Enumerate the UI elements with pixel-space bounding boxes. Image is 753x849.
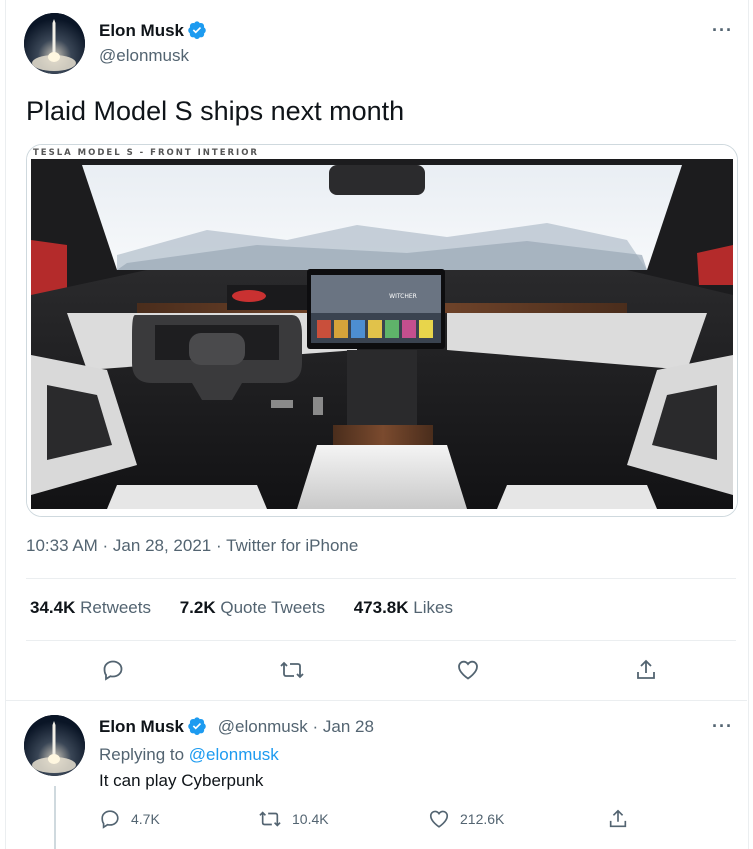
screen-game-title: WITCHER — [389, 293, 417, 300]
reply-like-button[interactable]: 212.6K — [428, 808, 504, 830]
rocket-launch-avatar-icon — [24, 715, 85, 776]
reply-retweet-count: 10.4K — [292, 811, 329, 827]
reply-separator: · — [312, 717, 323, 736]
retweet-icon — [259, 811, 281, 827]
reply-icon — [103, 660, 123, 681]
reply-share-button[interactable] — [607, 808, 629, 830]
rocket-launch-avatar-icon — [24, 13, 85, 74]
thread-line — [54, 786, 56, 849]
retweet-icon — [280, 661, 304, 679]
verified-badge-icon — [188, 717, 206, 735]
reply-reply-button[interactable]: 4.7K — [99, 808, 160, 830]
likes-stat[interactable]: 473.8K Likes — [354, 598, 453, 617]
share-button[interactable] — [634, 658, 658, 682]
tweet-media[interactable]: WITCHER TESLA MODEL S - FRONT INTERIOR — [26, 144, 738, 517]
author-name[interactable]: Elon Musk — [99, 20, 207, 41]
reply-author-avatar[interactable] — [24, 715, 85, 776]
reply-date[interactable]: Jan 28 — [323, 717, 374, 736]
retweets-label: Retweets — [80, 598, 151, 617]
reply-header: Elon Musk @elonmusk · Jan 28 — [99, 716, 374, 737]
verified-badge-icon — [188, 21, 206, 39]
reply-author-handle[interactable]: @elonmusk — [218, 717, 308, 736]
tesla-interior-image: WITCHER — [27, 145, 737, 516]
more-options-button[interactable]: ··· — [712, 20, 733, 41]
likes-count: 473.8K — [353, 598, 409, 617]
media-caption: TESLA MODEL S - FRONT INTERIOR — [33, 148, 259, 158]
replying-to: Replying to @elonmusk — [99, 745, 279, 765]
quote-tweets-stat[interactable]: 7.2K Quote Tweets — [180, 598, 325, 617]
retweets-stat[interactable]: 34.4K Retweets — [30, 598, 151, 617]
divider-bottom — [6, 700, 747, 701]
reply-icon — [101, 810, 119, 829]
tweet-meta: 10:33 AM · Jan 28, 2021 · Twitter for iP… — [26, 536, 358, 556]
reply-author-name[interactable]: Elon Musk — [99, 717, 184, 736]
share-icon — [609, 809, 627, 828]
quote-tweets-count: 7.2K — [179, 598, 216, 617]
tweet-text: Plaid Model S ships next month — [26, 96, 405, 126]
author-name-text: Elon Musk — [99, 21, 185, 40]
author-handle[interactable]: @elonmusk — [99, 46, 189, 66]
reply-retweet-button[interactable]: 10.4K — [258, 808, 329, 830]
divider-middle — [26, 640, 736, 641]
retweet-button[interactable] — [279, 658, 304, 682]
meta-separator: · — [215, 536, 227, 555]
retweets-count: 34.4K — [30, 598, 76, 617]
heart-icon — [458, 660, 478, 680]
divider-top — [26, 578, 736, 579]
replying-prefix: Replying to — [99, 745, 185, 764]
reply-button[interactable] — [101, 658, 125, 682]
reply-more-options-button[interactable]: ··· — [712, 716, 733, 737]
tweet-stats: 34.4K Retweets 7.2K Quote Tweets 473.8K … — [30, 598, 477, 618]
tweet-source[interactable]: Twitter for iPhone — [226, 536, 358, 555]
reply-like-count: 212.6K — [460, 811, 505, 827]
likes-label: Likes — [413, 598, 453, 617]
like-button[interactable] — [456, 658, 480, 682]
share-icon — [637, 659, 655, 679]
timestamp[interactable]: 10:33 AM · Jan 28, 2021 — [26, 536, 211, 555]
replying-to-link[interactable]: @elonmusk — [189, 745, 279, 764]
author-avatar[interactable] — [24, 13, 85, 74]
heart-icon — [429, 810, 449, 828]
reply-text: It can play Cyberpunk — [99, 771, 264, 790]
reply-reply-count: 4.7K — [131, 811, 160, 827]
quote-tweets-label: Quote Tweets — [220, 598, 325, 617]
